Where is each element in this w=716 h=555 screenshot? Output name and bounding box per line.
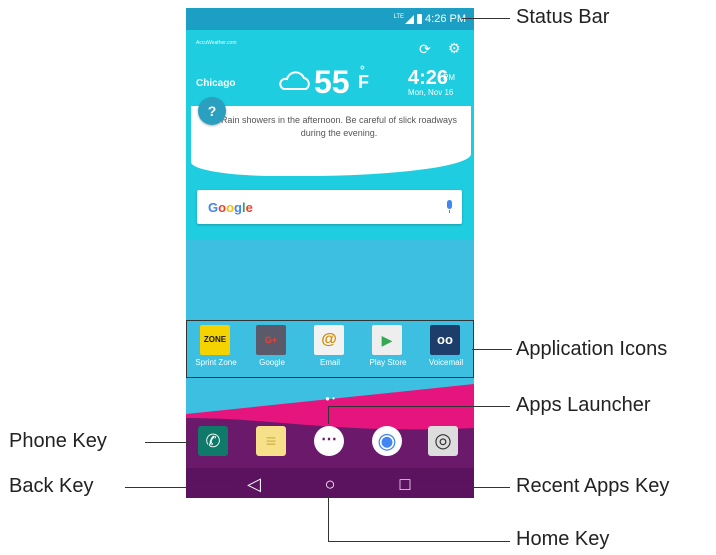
recent-apps-key[interactable]: □ — [390, 474, 420, 495]
callout-phone-key: Phone Key — [9, 430, 107, 452]
page-indicator: ● • — [325, 394, 335, 403]
google-letter: g — [234, 200, 242, 215]
callout-application-icons: Application Icons — [516, 338, 668, 360]
cloud-icon — [279, 71, 310, 90]
email-icon: @ — [314, 325, 344, 355]
mic-icon[interactable] — [447, 200, 452, 209]
google-letter: o — [226, 200, 235, 215]
callout-line-phone-key — [145, 442, 190, 443]
chrome-icon[interactable]: ◉ — [372, 426, 402, 456]
forecast-text: Rain showers in the afternoon. Be carefu… — [220, 115, 458, 138]
app-label: Voicemail — [428, 358, 464, 367]
google-letter: o — [218, 200, 227, 215]
battery-icon — [417, 14, 423, 24]
mic-stand — [449, 210, 450, 213]
callout-line-home-key-v — [328, 496, 329, 541]
app-voicemail[interactable]: oo Voicemail — [419, 321, 473, 377]
status-icons: LTE 4:26 PM — [393, 13, 466, 25]
phone-key[interactable]: ✆ — [198, 426, 228, 456]
google-letter: e — [245, 200, 253, 215]
app-label: Google — [259, 358, 285, 367]
clock-ampm: PM — [443, 73, 455, 82]
callout-back-key: Back Key — [9, 475, 94, 497]
help-icon[interactable]: ? — [198, 97, 226, 125]
play-store-icon: ▶ — [372, 325, 402, 355]
phone-screen: LTE 4:26 PM AccuWeather.com ⟳ ⚙ Chicago … — [186, 8, 474, 498]
clock-date: Mon, Nov 16 — [408, 88, 454, 97]
callout-line-application-icons — [472, 349, 512, 350]
gear-icon[interactable]: ⚙ — [448, 40, 461, 57]
callout-recent-apps-key: Recent Apps Key — [516, 475, 670, 497]
apps-launcher[interactable]: ⋯ — [314, 426, 344, 456]
google-folder-icon: G+ — [256, 325, 286, 355]
callout-line-recent-apps-key — [416, 487, 510, 488]
app-label: Email — [319, 358, 340, 367]
weather-source: AccuWeather.com — [196, 40, 237, 46]
app-label: Play Store — [369, 358, 407, 367]
voicemail-icon: oo — [430, 325, 460, 355]
app-label: Sprint Zone — [195, 358, 237, 367]
callout-line-apps-launcher — [328, 406, 510, 407]
navigation-bar: ◁ ○ □ — [186, 468, 474, 498]
weather-city: Chicago — [196, 78, 236, 89]
google-letter: G — [208, 200, 219, 215]
google-search-bar[interactable]: Google — [197, 190, 462, 224]
sprint-zone-icon: ZONE — [200, 325, 230, 355]
callout-apps-launcher: Apps Launcher — [516, 394, 651, 416]
temperature: 55 — [314, 64, 350, 100]
app-email[interactable]: @ Email — [303, 321, 357, 377]
google-logo: Google — [208, 200, 253, 215]
messaging-icon[interactable]: ≡ — [256, 426, 286, 456]
app-sprint-zone[interactable]: ZONE Sprint Zone — [189, 321, 243, 377]
callout-home-key: Home Key — [516, 528, 610, 550]
signal-icon — [405, 14, 415, 24]
temperature-unit: F — [358, 72, 369, 92]
status-time: 4:26 PM — [425, 13, 466, 25]
callout-line-back-key — [125, 487, 235, 488]
app-play-store[interactable]: ▶ Play Store — [361, 321, 415, 377]
application-icons-row: ZONE Sprint Zone G+ Google @ Email ▶ Pla… — [186, 320, 474, 378]
callout-status-bar: Status Bar — [516, 6, 610, 28]
callout-line-home-key — [328, 541, 510, 542]
refresh-icon[interactable]: ⟳ — [419, 41, 431, 58]
home-key[interactable]: ○ — [315, 474, 345, 495]
callout-line-apps-launcher-v — [328, 406, 329, 424]
back-key[interactable]: ◁ — [239, 474, 269, 495]
camera-icon[interactable]: ◎ — [428, 426, 458, 456]
network-type: LTE — [393, 13, 405, 20]
status-bar: LTE 4:26 PM — [186, 8, 474, 30]
app-google-folder[interactable]: G+ Google — [245, 321, 299, 377]
callout-line-status-bar — [462, 18, 510, 19]
